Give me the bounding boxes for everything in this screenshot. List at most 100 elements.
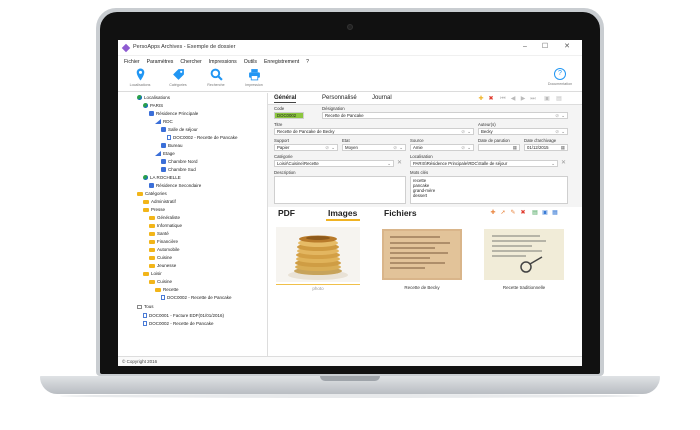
pin-icon — [136, 68, 144, 81]
menu-enregistrement[interactable]: Enregistrement — [264, 59, 299, 65]
impression-label: Impression — [245, 83, 263, 87]
tree-item-cuisine-presse[interactable]: Cuisine — [149, 255, 172, 260]
menu-outils[interactable]: Outils — [244, 59, 257, 65]
tree-item-doc0001[interactable]: DOC0001 - Facture EDF(01/01/2016) — [143, 313, 224, 318]
minimize-button[interactable]: – — [518, 42, 532, 52]
menu-impressions[interactable]: Impressions — [209, 59, 237, 65]
tree-item-chambre-sud[interactable]: Chambre Sud — [161, 167, 196, 172]
scan-icon[interactable]: ▤ — [532, 210, 538, 216]
tab-personnalise[interactable]: Personnalisé — [322, 95, 357, 101]
support-field[interactable]: Papier ⌄ ⊘ — [274, 144, 338, 151]
folder-icon — [143, 271, 149, 276]
tree-item-jeunesse[interactable]: Jeunesse — [149, 263, 176, 268]
menu-parametres[interactable]: Paramètres — [147, 59, 174, 65]
auteurs-field[interactable]: Becky ⌄ ⊘ — [478, 128, 568, 135]
edit-icon[interactable]: ✎ — [510, 210, 516, 216]
localisations-button[interactable]: Localisations — [122, 68, 158, 91]
clear-icon: ⊘ — [555, 113, 559, 118]
date-parution-field[interactable]: ▦ — [478, 144, 520, 151]
mots-cles-label: Mots clés — [410, 170, 429, 175]
tree-item-salle-de-sejour[interactable]: Salle de séjour — [161, 127, 198, 132]
description-field[interactable] — [274, 176, 406, 204]
tree-item-bureau[interactable]: Bureau — [161, 143, 183, 148]
close-button[interactable]: ✕ — [560, 42, 574, 52]
titre-field[interactable]: Recette de Pancake de Becky ⌄ ⊘ — [274, 128, 474, 135]
recherche-button[interactable]: Recherche — [198, 68, 234, 91]
clear-categorie-icon[interactable]: ✕ — [397, 159, 402, 166]
tree-item-residence-secondaire[interactable]: Résidence Secondaire — [149, 183, 201, 188]
next-record-icon[interactable]: ▶ — [520, 96, 526, 102]
code-field[interactable]: DOC0002 — [274, 112, 304, 119]
detail-panel: Général Personnalisé Journal ✚ ✖ ⏮ ◀ ▶ ⏭… — [268, 93, 582, 356]
tree-item-residence-principale[interactable]: Résidence Principale — [149, 111, 198, 116]
categorie-field[interactable]: Loisir\Cuisine\Recette ⌄ — [274, 160, 394, 167]
add-image-icon[interactable]: ✚ — [490, 210, 496, 216]
document-icon — [143, 321, 147, 326]
tree-item-tous[interactable]: Tous — [137, 304, 154, 309]
tree-item-categories[interactable]: Catégories — [137, 191, 167, 196]
add-icon[interactable]: ✚ — [478, 96, 484, 102]
tree-item-automobile[interactable]: Automobile — [149, 247, 180, 252]
menu-chercher[interactable]: Chercher — [180, 59, 201, 65]
clear-icon: ⊘ — [393, 145, 397, 150]
delete-image-icon[interactable]: ✖ — [520, 210, 526, 216]
tree-item-rdc[interactable]: RDC — [155, 119, 173, 124]
tree-item-chambre-nord[interactable]: Chambre Nord — [161, 159, 198, 164]
documentation-button[interactable]: ? Documentation — [542, 68, 578, 91]
tree-item-etage[interactable]: Etage — [155, 151, 175, 156]
tab-images[interactable]: Images — [328, 208, 357, 218]
tab-general[interactable]: Général — [274, 95, 297, 103]
save-image-icon[interactable]: ▦ — [552, 210, 558, 216]
support-label: Support — [274, 138, 290, 143]
designation-field[interactable]: Recette de Pancake ⌄ ⊘ — [322, 112, 568, 119]
source-field[interactable]: Amie ⌄ ⊘ — [410, 144, 474, 151]
tree-item-financiere[interactable]: Financière — [149, 239, 178, 244]
tab-fichiers[interactable]: Fichiers — [384, 208, 417, 218]
tree-item-localisations[interactable]: Localisations — [137, 95, 170, 100]
stairs-icon — [155, 151, 161, 156]
localisation-field[interactable]: PARIS\Résidence Principale\RDC\Salle de … — [410, 160, 558, 167]
recette-becky-thumbnail[interactable] — [380, 227, 464, 282]
tree-item-la-rochelle[interactable]: LA ROCHELLE — [143, 175, 181, 180]
tree-item-paris[interactable]: PARIS — [143, 103, 163, 108]
etat-field[interactable]: Moyen ⌄ ⊘ — [342, 144, 406, 151]
help-icon: ? — [554, 68, 566, 80]
description-label: Description — [274, 170, 296, 175]
previous-record-icon[interactable]: ◀ — [510, 96, 516, 102]
print-icon[interactable]: ▤ — [556, 96, 562, 102]
impression-button[interactable]: Impression — [236, 68, 272, 91]
tree-item-doc0002-tous[interactable]: DOC0002 - Recette de Pancake — [143, 321, 214, 326]
tree-item-cuisine-loisir[interactable]: Cuisine — [149, 279, 172, 284]
categories-button[interactable]: Catégories — [160, 68, 196, 91]
tab-pdf[interactable]: PDF — [278, 208, 295, 218]
titre-label: Titre — [274, 122, 283, 127]
tree-item-loisir[interactable]: Loisir — [143, 271, 162, 276]
first-record-icon[interactable]: ⏮ — [500, 96, 506, 102]
menu-help[interactable]: ? — [306, 59, 309, 65]
camera-icon — [347, 24, 353, 30]
tree-item-sante[interactable]: Santé — [149, 231, 169, 236]
date-archivage-field[interactable]: 01/12/2015 ▦ — [524, 144, 568, 151]
tree-item-informatique[interactable]: Informatique — [149, 223, 182, 228]
maximize-button[interactable]: ☐ — [538, 42, 552, 52]
print-image-icon[interactable]: ▣ — [542, 210, 548, 216]
menu-fichier[interactable]: Fichier — [124, 59, 140, 65]
window-title: PersoApps Archives - Exemple de dossier — [133, 44, 236, 50]
tab-journal[interactable]: Journal — [372, 95, 392, 101]
tree-item-generaliste[interactable]: Généraliste — [149, 215, 180, 220]
recette-traditionnelle-thumbnail[interactable] — [482, 227, 566, 282]
list-icon — [137, 304, 142, 309]
tree-item-recette[interactable]: Recette — [155, 287, 179, 292]
pancake-photo-thumbnail[interactable] — [276, 227, 360, 282]
tree-item-doc0002-recette[interactable]: DOC0002 - Recette de Pancake — [161, 295, 232, 300]
tree-item-presse[interactable]: Presse — [143, 207, 165, 212]
tree-item-administratif[interactable]: Administratif — [143, 199, 176, 204]
last-record-icon[interactable]: ⏭ — [530, 96, 536, 102]
copyright-text: © Copyright 2016 — [122, 359, 158, 364]
tree-item-doc0002[interactable]: DOC0002 - Recette de Pancake — [167, 135, 238, 140]
save-icon[interactable]: ▣ — [544, 96, 550, 102]
mots-cles-field[interactable]: recette pancake grand-mère dessert — [410, 176, 568, 204]
delete-icon[interactable]: ✖ — [488, 96, 494, 102]
export-icon[interactable]: ➚ — [500, 210, 506, 216]
clear-localisation-icon[interactable]: ✕ — [561, 159, 566, 166]
